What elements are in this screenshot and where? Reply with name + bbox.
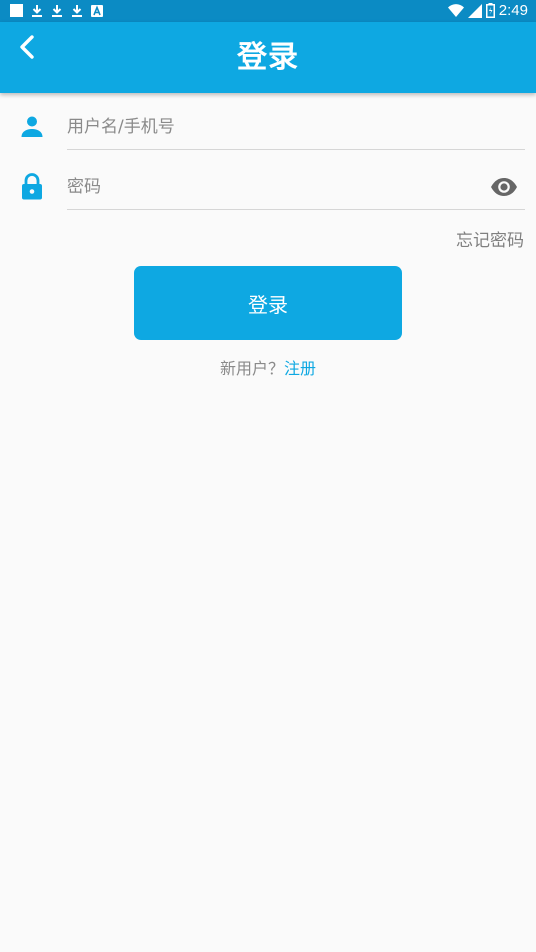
app-bar: 登录 [0, 22, 536, 93]
password-input[interactable] [67, 169, 525, 205]
wifi-icon [447, 3, 464, 18]
eye-icon [491, 178, 517, 196]
username-input[interactable] [67, 109, 525, 145]
register-prompt: 新用户？注册 [0, 355, 536, 379]
notification-square-icon [10, 4, 23, 17]
download-icon [71, 4, 83, 17]
password-underline [67, 209, 525, 210]
user-icon [20, 114, 44, 142]
status-bar: 2:49 [0, 0, 536, 22]
battery-icon [485, 3, 495, 18]
download-icon [31, 4, 43, 17]
download-icon [51, 4, 63, 17]
lock-icon [20, 173, 44, 204]
new-user-text: 新用户？ [219, 359, 284, 378]
login-button[interactable]: 登录 [134, 266, 402, 340]
register-link[interactable]: 注册 [284, 359, 316, 378]
signal-icon [467, 3, 482, 18]
forgot-password-link[interactable]: 忘记密码 [456, 226, 524, 251]
status-notifications [10, 4, 103, 17]
page-title: 登录 [237, 40, 299, 75]
username-underline [67, 149, 525, 150]
app-a-icon [91, 4, 103, 17]
toggle-password-visibility[interactable] [490, 176, 518, 198]
status-system: 2:49 [447, 2, 528, 19]
status-time: 2:49 [498, 2, 528, 19]
